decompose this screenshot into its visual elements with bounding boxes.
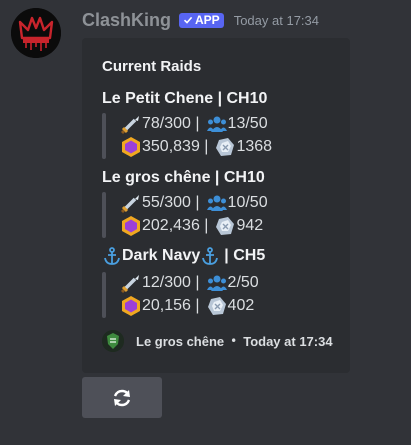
raid-name-1: Le Petit Chene | CH10 bbox=[102, 90, 268, 107]
message-timestamp[interactable]: Today at 17:34 bbox=[234, 13, 319, 28]
crown-avatar-icon bbox=[11, 8, 61, 58]
members-icon bbox=[206, 272, 228, 294]
capital-gold-icon bbox=[120, 136, 142, 158]
raid-1-members: 13/50 bbox=[227, 115, 268, 132]
raid-2-medals: 942 bbox=[236, 217, 264, 234]
raid-1-medals: 1368 bbox=[236, 138, 273, 155]
raid-name-3: Dark Navy | CH5 bbox=[102, 246, 265, 266]
raid-medal-icon bbox=[206, 295, 228, 317]
raid-1-attacks: 78/300 | bbox=[142, 115, 200, 132]
embed-footer: Le gros chêne • Today at 17:34 bbox=[102, 329, 333, 353]
sword-icon bbox=[120, 113, 142, 135]
raid-2-attacks-line: 55/300 | 10/50 bbox=[120, 192, 268, 214]
raid-2-members: 10/50 bbox=[227, 194, 268, 211]
raid-3-loot: 20,156 | bbox=[142, 297, 200, 314]
raid-3-attacks-line: 12/300 | 2/50 bbox=[120, 272, 259, 294]
raid-3-loot-line: 20,156 | 402 bbox=[120, 295, 254, 317]
raid-3-members: 2/50 bbox=[227, 274, 259, 291]
raid-quote-bar-3 bbox=[102, 272, 106, 318]
clan-badge-icon bbox=[102, 330, 124, 352]
app-tag-label: APP bbox=[195, 12, 220, 27]
sword-icon bbox=[120, 192, 142, 214]
app-tag: APP bbox=[179, 12, 224, 28]
avatar[interactable] bbox=[11, 8, 61, 58]
raid-name-2: Le gros chêne | CH10 bbox=[102, 169, 265, 186]
raid-3-level: | CH5 bbox=[224, 247, 266, 264]
capital-gold-icon bbox=[120, 295, 142, 317]
raid-3-name: Dark Navy bbox=[122, 247, 201, 264]
raid-1-loot-line: 350,839 | 1368 bbox=[120, 136, 272, 158]
raid-medal-icon bbox=[214, 215, 236, 237]
footer-name: Le gros chêne bbox=[136, 333, 225, 349]
raid-quote-bar-2 bbox=[102, 192, 106, 238]
refresh-button[interactable] bbox=[82, 377, 162, 418]
raids-embed: Current Raids Le Petit Chene | CH10 78/3… bbox=[82, 38, 350, 373]
footer-time: Today at 17:34 bbox=[243, 333, 333, 349]
raid-3-attacks: 12/300 | bbox=[142, 274, 200, 291]
embed-title: Current Raids bbox=[102, 58, 202, 75]
raid-medal-icon bbox=[214, 136, 236, 158]
raid-1-loot: 350,839 | bbox=[142, 138, 209, 155]
author-name[interactable]: ClashKing bbox=[82, 10, 171, 31]
raid-quote-bar-1 bbox=[102, 113, 106, 159]
anchor-icon bbox=[104, 247, 120, 265]
raid-2-loot-line: 202,436 | 942 bbox=[120, 215, 263, 237]
capital-gold-icon bbox=[120, 215, 142, 237]
raid-1-attacks-line: 78/300 | 13/50 bbox=[120, 113, 268, 135]
raid-3-medals: 402 bbox=[227, 297, 255, 314]
sword-icon bbox=[120, 272, 142, 294]
message-header: ClashKing APP Today at 17:34 bbox=[82, 9, 319, 31]
raid-2-attacks: 55/300 | bbox=[142, 194, 200, 211]
raid-2-loot: 202,436 | bbox=[142, 217, 209, 234]
anchor-icon bbox=[202, 247, 219, 265]
members-icon bbox=[206, 113, 228, 135]
footer-separator: • bbox=[230, 334, 238, 348]
refresh-icon bbox=[113, 389, 131, 406]
members-icon bbox=[206, 192, 228, 214]
checkmark-icon bbox=[183, 16, 193, 24]
